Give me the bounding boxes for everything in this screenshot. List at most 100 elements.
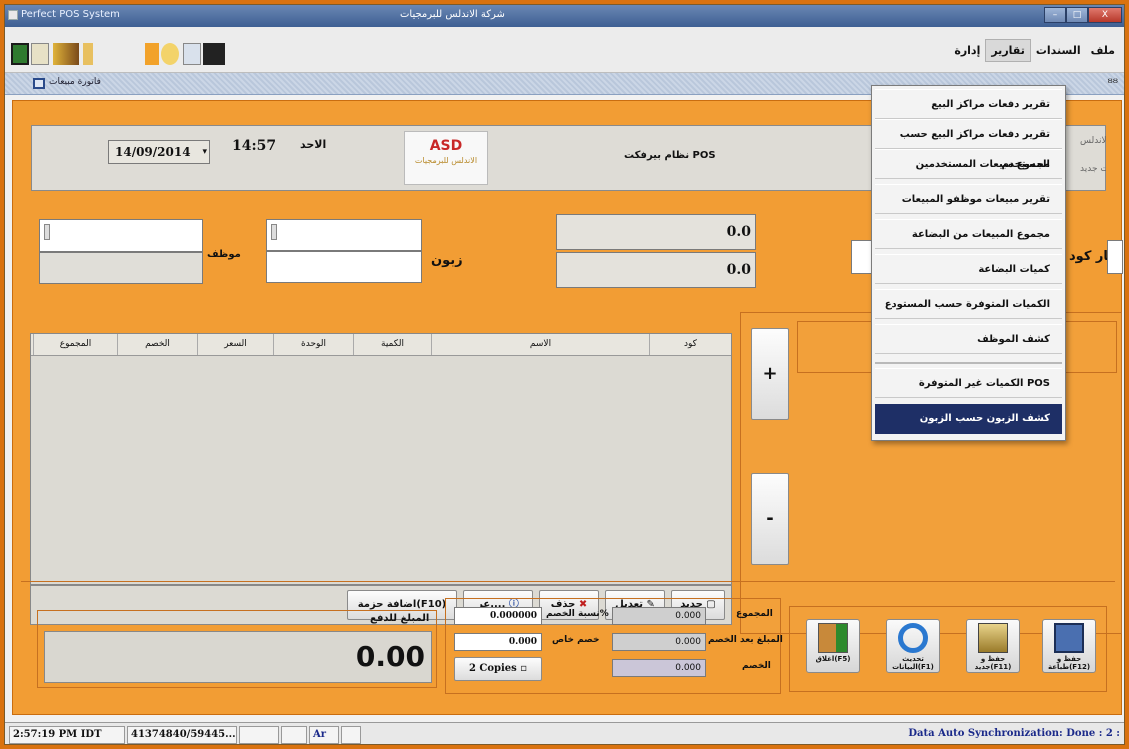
col-code[interactable]: كود (649, 334, 731, 355)
total-label: المجموع (736, 609, 773, 619)
minus-button[interactable]: - (751, 473, 789, 565)
actions-box: حفظ و طباعة(F12) حفظ و جديد(F11) تحديث ا… (789, 606, 1107, 692)
status-empty-2 (281, 726, 307, 744)
save-new-button[interactable]: حفظ و جديد(F11) (966, 619, 1020, 673)
reports-dropdown-menu: تقرير دفعات مراكز البيع تقرير دفعات مراك… (871, 85, 1066, 441)
logo-mark: ASD (429, 138, 463, 154)
chevron-down-icon[interactable]: ▾ (202, 141, 207, 163)
menu-item-salespeople-sales[interactable]: تقرير مبيعات موظفو المبيعات (875, 184, 1062, 214)
sync-status: Data Auto Synchronization: Done : 2 : (908, 728, 1120, 739)
col-unit[interactable]: الوحدة (273, 334, 353, 355)
menu-separator (875, 362, 1062, 364)
footer-area: المبلغ للدفع 0.00 0.000000 نسبة الخصم% 0… (21, 581, 1115, 706)
items-table[interactable]: كود الاسم الكمية الوحدة السعر الخصم المج… (30, 333, 732, 585)
app-icon (8, 10, 18, 20)
customer-name[interactable] (266, 251, 422, 283)
customer-input[interactable] (266, 219, 422, 251)
col-total[interactable]: المجموع (33, 334, 117, 355)
menu-item-pos-payments[interactable]: تقرير دفعات مراكز البيع (875, 89, 1062, 119)
after-discount-label: المبلغ بعد الخصم (708, 635, 783, 645)
customer-picker-icon[interactable] (271, 224, 277, 240)
tab-sales-invoice[interactable]: فاتورة مبيعات (49, 77, 101, 87)
menu-item-employee-statement[interactable]: كشف الموظف (875, 324, 1062, 354)
date-field[interactable]: 14/09/2014 ▾ (108, 140, 210, 164)
report-icon[interactable] (183, 43, 201, 65)
total-display-2: 0.0 (556, 252, 756, 288)
customer-label: زبون (431, 253, 463, 268)
close-window-button[interactable]: X (1088, 7, 1122, 23)
copies-button[interactable]: 2 Copies ▫ (454, 657, 542, 681)
copies-label: 2 Copies (468, 663, 517, 674)
menu-item-unavailable-pos[interactable]: الكميات غير المتوفرة POS (875, 368, 1062, 398)
app-window: Perfect POS System شركة الاندلس للبرمجيا… (4, 4, 1125, 745)
totals-box: 0.000000 نسبة الخصم% 0.000 خصم خاص 2 Cop… (445, 598, 783, 694)
document-icon[interactable] (31, 43, 49, 65)
status-bar: 2:57:19 PM IDT 41374840/59445... Ar Data… (5, 722, 1124, 744)
status-empty-1 (239, 726, 279, 744)
discount-percent-label: نسبة الخصم% (546, 609, 609, 619)
close-button[interactable]: اغلاق(F5) (806, 619, 860, 673)
payable-amount: 0.00 (44, 631, 432, 683)
terminal-icon[interactable] (203, 43, 225, 65)
table-header: كود الاسم الكمية الوحدة السعر الخصم المج… (31, 334, 731, 356)
employee-label: موظف (207, 249, 241, 260)
employee-picker-icon[interactable] (44, 224, 50, 240)
menu-reports[interactable]: تقارير (985, 38, 1031, 62)
menu-item-goods-sales-total[interactable]: مجموع المبيعات من البضاعة (875, 219, 1062, 249)
discount-label: الخصم (742, 661, 771, 671)
menu-admin[interactable]: إدارة (949, 40, 985, 61)
special-discount-label: خصم خاص (552, 635, 600, 645)
menu-item-pos-payments-by-user[interactable]: تقرير دفعات مراكز البيع حسب المستخدم (875, 119, 1062, 170)
col-discount[interactable]: الخصم (117, 334, 197, 355)
menu-item-customer-statement[interactable]: كشف الزبون حسب الزبون (875, 404, 1062, 434)
money-icon[interactable] (145, 43, 159, 65)
barcode-input[interactable] (851, 240, 873, 274)
close-label: اغلاق(F5) (815, 655, 851, 663)
status-language[interactable]: Ar (309, 726, 339, 744)
employee-input[interactable] (39, 219, 203, 252)
employee-name (39, 252, 203, 284)
restore-icons[interactable]: ᴽᴽ (1107, 76, 1118, 90)
title-bar: Perfect POS System شركة الاندلس للبرمجيا… (5, 5, 1124, 27)
menu-item-goods-quantities[interactable]: كميات البضاعة (875, 254, 1062, 284)
menu-file[interactable]: ملف (1086, 40, 1120, 61)
handshake-icon[interactable] (161, 43, 179, 65)
save-print-button[interactable]: حفظ و طباعة(F12) (1042, 619, 1096, 673)
tab-window-icon[interactable] (33, 78, 45, 89)
barcode-input-edge[interactable] (1107, 240, 1123, 274)
save-print-label: حفظ و طباعة(F12) (1047, 655, 1091, 671)
books-icon[interactable] (53, 43, 79, 65)
bar-icon[interactable] (83, 43, 93, 65)
col-quantity[interactable]: الكمية (353, 334, 431, 355)
calculator-icon[interactable] (11, 43, 29, 65)
company-name: شركة الاندلس (1080, 136, 1106, 146)
date-value: 14/09/2014 (115, 145, 191, 159)
discount-percent-input[interactable]: 0.000000 (454, 607, 542, 625)
total-field: 0.000 (612, 607, 706, 625)
save-new-label: حفظ و جديد(F11) (974, 655, 1012, 671)
minimize-button[interactable]: – (1044, 7, 1066, 23)
save-new-icon (978, 623, 1008, 653)
menu-bar: ملف السندات تقارير إدارة (949, 27, 1124, 73)
after-discount-field: 0.000 (612, 633, 706, 651)
app-title: Perfect POS System (21, 9, 120, 20)
refresh-button[interactable]: تحديث البيانات(F1) (886, 619, 940, 673)
day-label: الاحد (300, 138, 327, 151)
total-display-1: 0.0 (556, 214, 756, 250)
discount-field: 0.000 (612, 659, 706, 677)
new-sales-label: مبيعات جديد (1080, 164, 1106, 174)
logo-subtitle: الاندلس للبرمجيات (414, 156, 478, 165)
menu-item-user-sales-total[interactable]: مجموع مبيعات المستخدمين (875, 149, 1062, 179)
menu-item-stock-by-warehouse[interactable]: الكميات المتوفرة حسب المستودع (875, 289, 1062, 319)
menu-documents[interactable]: السندات (1031, 40, 1086, 61)
plus-button[interactable]: + (751, 328, 789, 420)
payable-label: المبلغ للدفع (370, 613, 430, 624)
time-label: 14:57 (232, 138, 277, 154)
col-name[interactable]: الاسم (431, 334, 649, 355)
window-caption: شركة الاندلس للبرمجيات (400, 9, 505, 20)
maximize-button[interactable]: □ (1066, 7, 1088, 23)
status-empty-3 (341, 726, 361, 744)
special-discount-input[interactable]: 0.000 (454, 633, 542, 651)
col-price[interactable]: السعر (197, 334, 273, 355)
refresh-label: تحديث البيانات(F1) (892, 655, 934, 671)
